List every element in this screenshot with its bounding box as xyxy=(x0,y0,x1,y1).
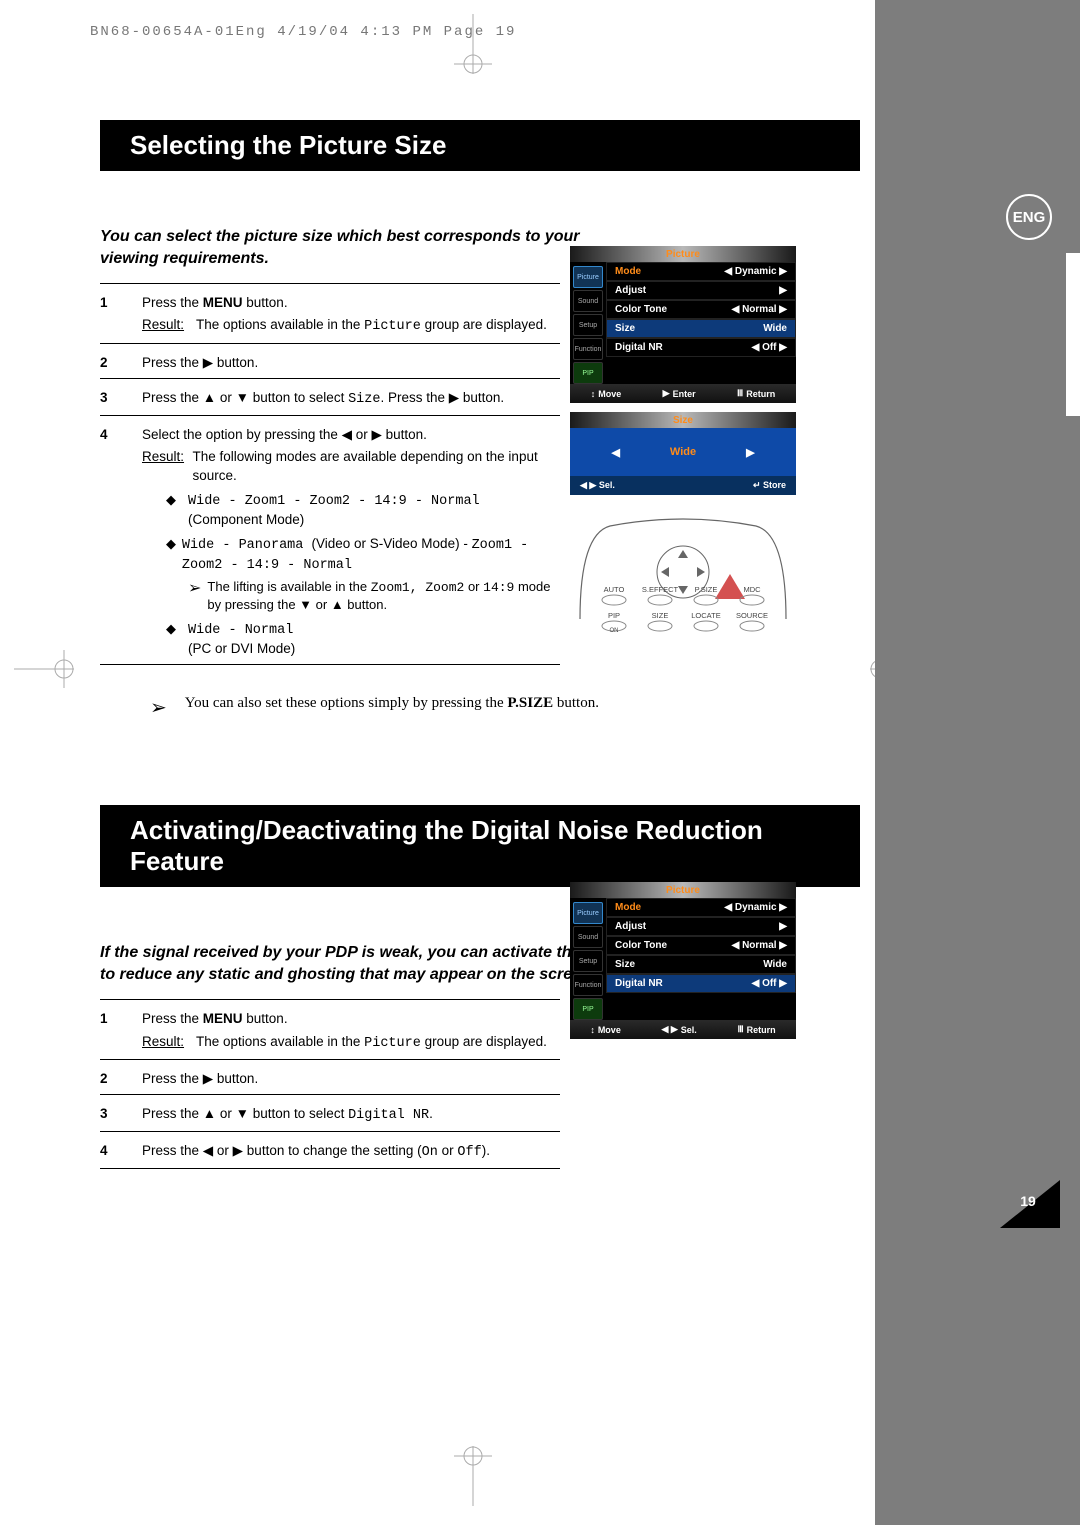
svg-text:S.EFFECT: S.EFFECT xyxy=(642,585,679,594)
section-title-picture-size: Selecting the Picture Size xyxy=(100,120,860,171)
svg-text:SOURCE: SOURCE xyxy=(736,611,768,620)
side-edge-cutout xyxy=(1066,253,1080,416)
right-arrow-icon: ▶ xyxy=(746,446,754,459)
tip-psize: ➢ You can also set these options simply … xyxy=(150,695,650,720)
osd-foot-return: ⅢReturn xyxy=(737,1024,775,1035)
cropmark-top xyxy=(444,14,502,79)
osd-row: SizeWide xyxy=(606,955,796,974)
cropmark-bottom xyxy=(444,1446,502,1511)
osd-tab-pip: PIP xyxy=(573,362,603,384)
svg-text:SIZE: SIZE xyxy=(652,611,669,620)
osd-row: Mode◀ Dynamic ▶ xyxy=(606,262,796,281)
osd-row: Adjust▶ xyxy=(606,281,796,300)
svg-text:MDC: MDC xyxy=(743,585,761,594)
page-number: 19 xyxy=(1008,1187,1048,1215)
rule xyxy=(100,1059,560,1060)
step: 3Press the ▲ or ▼ button to select Size.… xyxy=(100,389,560,409)
svg-text:LOCATE: LOCATE xyxy=(691,611,720,620)
osd-tab-picture: Picture xyxy=(573,266,603,288)
osd-tab-sound: Sound xyxy=(573,290,603,312)
right-sidebar: ENG 19 xyxy=(875,0,1080,1525)
rule xyxy=(100,1094,560,1095)
rule xyxy=(100,664,560,665)
osd-tab-setup: Setup xyxy=(573,314,603,336)
osd-row: Color Tone◀ Normal ▶ xyxy=(606,300,796,319)
osd-foot-move: ↕Move xyxy=(590,1024,621,1035)
rule xyxy=(100,343,560,344)
osd-title: Picture xyxy=(570,882,796,898)
osd-tab-function: Function xyxy=(573,338,603,360)
tip-arrow-icon: ➢ xyxy=(150,695,167,720)
osd-foot-move: ↕Move xyxy=(591,388,622,399)
osd-picture-menu-nr: Picture PictureSoundSetupFunctionPIP Mod… xyxy=(570,882,796,1039)
osd-row: Mode◀ Dynamic ▶ xyxy=(606,898,796,917)
osd-tab-function: Function xyxy=(573,974,603,996)
osd-foot-sel: ◀ ▶Sel. xyxy=(661,1024,696,1035)
svg-text:ON: ON xyxy=(610,628,619,634)
osd-size-popup: Size ◀ Wide ▶ ◀ ▶ Sel. ↵ Store xyxy=(570,412,796,495)
osd-tab-pip: PIP xyxy=(573,998,603,1020)
osd-title: Size xyxy=(570,412,796,428)
section-title-digital-nr: Activating/Deactivating the Digital Nois… xyxy=(100,805,860,887)
language-badge: ENG xyxy=(1006,194,1052,240)
osd-size-value: Wide xyxy=(670,446,696,458)
osd-foot-return: ⅢReturn xyxy=(737,388,775,399)
step: 3Press the ▲ or ▼ button to select Digit… xyxy=(100,1105,560,1125)
osd-row: Digital NR◀ Off ▶ xyxy=(606,974,796,993)
osd-tab-picture: Picture xyxy=(573,902,603,924)
cropmark-left xyxy=(14,640,74,703)
step: 1Press the MENU button.Result:The option… xyxy=(100,1010,560,1052)
svg-text:PIP: PIP xyxy=(608,611,620,620)
remote-diagram: AUTO S.EFFECT P.SIZE MDC PIP SIZE LOCATE… xyxy=(570,514,796,634)
step: 4Press the ◀ or ▶ button to change the s… xyxy=(100,1142,560,1162)
rule xyxy=(100,1131,560,1132)
rule xyxy=(100,283,560,284)
osd-foot-enter: ▶Enter xyxy=(663,388,696,399)
rule xyxy=(100,415,560,416)
step: 2Press the ▶ button. xyxy=(100,1070,560,1088)
svg-text:P.SIZE: P.SIZE xyxy=(695,585,718,594)
step: 4Select the option by pressing the ◀ or … xyxy=(100,426,560,658)
rule xyxy=(100,378,560,379)
osd-row: SizeWide xyxy=(606,319,796,338)
rule xyxy=(100,999,560,1000)
osd-row: Color Tone◀ Normal ▶ xyxy=(606,936,796,955)
osd-tab-setup: Setup xyxy=(573,950,603,972)
osd-foot-store: ↵ Store xyxy=(753,480,786,491)
osd-row: Digital NR◀ Off ▶ xyxy=(606,338,796,357)
left-arrow-icon: ◀ xyxy=(611,446,619,459)
step: 2Press the ▶ button. xyxy=(100,354,560,372)
svg-text:AUTO: AUTO xyxy=(604,585,625,594)
step: 1Press the MENU button.Result:The option… xyxy=(100,294,560,336)
osd-foot-sel: ◀ ▶ Sel. xyxy=(580,480,615,491)
osd-picture-menu-size: Picture PictureSoundSetupFunctionPIP Mod… xyxy=(570,246,796,403)
osd-tab-sound: Sound xyxy=(573,926,603,948)
osd-title: Picture xyxy=(570,246,796,262)
osd-row: Adjust▶ xyxy=(606,917,796,936)
rule xyxy=(100,1168,560,1169)
